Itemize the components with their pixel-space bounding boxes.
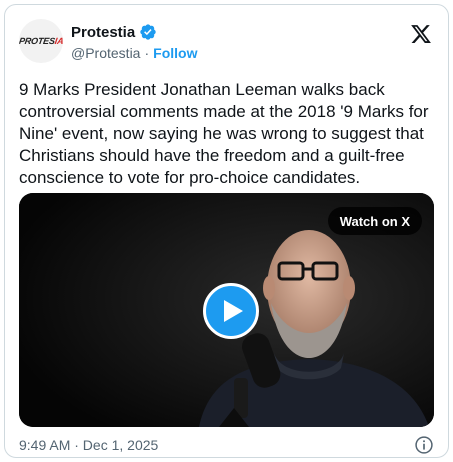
video-player[interactable]: Watch on X — [19, 193, 434, 427]
tweet-card[interactable]: PROTESIA Protestia @Protestia · Follow 9… — [4, 4, 449, 458]
avatar-logo: PROTESIA — [19, 36, 63, 46]
play-button[interactable] — [203, 283, 259, 339]
tweet-text: 9 Marks President Jonathan Leeman walks … — [19, 80, 434, 187]
author-handle[interactable]: @Protestia — [71, 45, 140, 61]
x-logo-icon[interactable] — [410, 23, 432, 45]
author-handle-row: @Protestia · Follow — [71, 45, 197, 61]
author-name-row: Protestia — [71, 23, 157, 41]
separator-dot: · — [144, 45, 150, 61]
avatar[interactable]: PROTESIA — [19, 19, 63, 63]
info-icon[interactable] — [414, 435, 434, 455]
follow-button[interactable]: Follow — [153, 45, 197, 61]
play-icon — [224, 300, 243, 322]
verified-badge-icon — [140, 24, 156, 40]
tweet-header: PROTESIA Protestia @Protestia · Follow — [19, 19, 434, 71]
author-name[interactable]: Protestia — [71, 24, 135, 41]
tweet-footer: 9:49 AM · Dec 1, 2025 — [19, 435, 434, 457]
timestamp[interactable]: 9:49 AM · Dec 1, 2025 — [19, 437, 158, 453]
watch-on-x-button[interactable]: Watch on X — [327, 207, 422, 235]
